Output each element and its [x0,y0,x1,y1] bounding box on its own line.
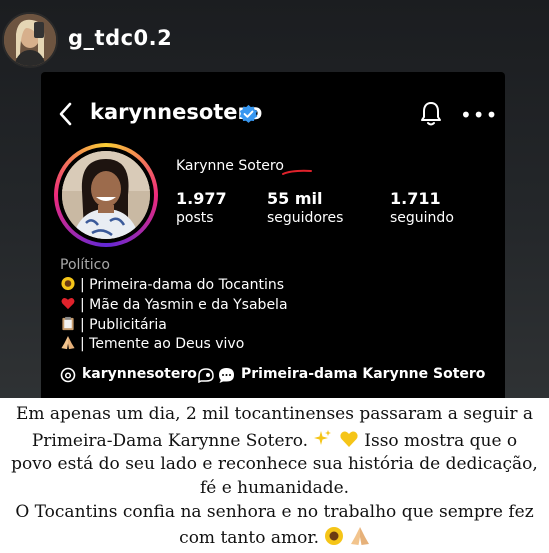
sunflower-icon [61,276,75,291]
story-username[interactable]: g_tdc0.2 [68,26,172,50]
profile-avatar-story-ring[interactable] [54,143,158,247]
story-caption: Em apenas um dia, 2 mil tocantinenses pa… [0,398,549,553]
more-options-icon[interactable]: ••• [460,105,498,125]
following-label: seguindo [390,210,454,226]
broadcast-channel-icon[interactable] [197,367,215,383]
bio-text: | Mãe da Yasmin e da Ysabela [80,297,288,313]
praying-hands-icon [350,527,369,545]
profile-avatar [62,151,150,239]
profile-category: Político [60,257,110,273]
notifications-bell-icon[interactable] [419,100,443,128]
profile-username: karynnesotero [90,100,263,124]
red-underline-mark [282,169,312,175]
caption-text: Primeira-Dama Karynne Sotero. [31,431,309,451]
followers-count[interactable]: 55 mil [267,189,322,208]
praying-hands-icon [61,335,75,350]
posts-label: posts [176,210,214,226]
yellow-heart-icon [340,431,358,447]
threads-icon[interactable] [60,367,76,383]
sparkles-icon [314,430,332,445]
caption-text: com tanto amor. [179,528,319,548]
bio-line: | Temente ao Deus vivo [60,335,244,352]
back-arrow-icon[interactable] [56,101,76,127]
verified-badge-icon [239,104,258,123]
profile-display-name: Karynne Sotero [176,158,284,174]
caption-line: com tanto amor. [0,526,549,548]
caption-line: Primeira-Dama Karynne Sotero. Isso mostr… [0,429,549,451]
story-user-avatar[interactable] [2,12,58,68]
bio-text: | Temente ao Deus vivo [80,336,245,352]
following-count[interactable]: 1.711 [390,189,441,208]
bio-line: | Primeira-dama do Tocantins [60,276,284,293]
posts-count[interactable]: 1.977 [176,189,227,208]
bio-line: | Publicitária [60,316,167,333]
threads-handle-link[interactable]: karynnesotero [82,366,197,382]
clipboard-icon [62,316,74,331]
caption-text: Isso mostra que o [364,431,518,451]
caption-line: O Tocantins confia na senhora e no traba… [15,502,534,522]
bio-line: | Mãe da Yasmin e da Ysabela [60,296,288,313]
sunflower-icon [325,527,344,545]
heart-icon [61,297,75,310]
chat-bubble-icon [219,368,234,383]
followers-label: seguidores [267,210,344,226]
channel-name-link[interactable]: Primeira-dama Karynne Sotero [241,366,485,382]
bio-text: | Publicitária [80,317,167,333]
caption-line: fé e humanidade. [199,478,350,498]
caption-line: Em apenas um dia, 2 mil tocantinenses pa… [15,404,534,424]
story-header: g_tdc0.2 [0,0,549,80]
bio-text: | Primeira-dama do Tocantins [80,277,285,293]
caption-line: povo está do seu lado e reconhece sua hi… [11,454,538,474]
